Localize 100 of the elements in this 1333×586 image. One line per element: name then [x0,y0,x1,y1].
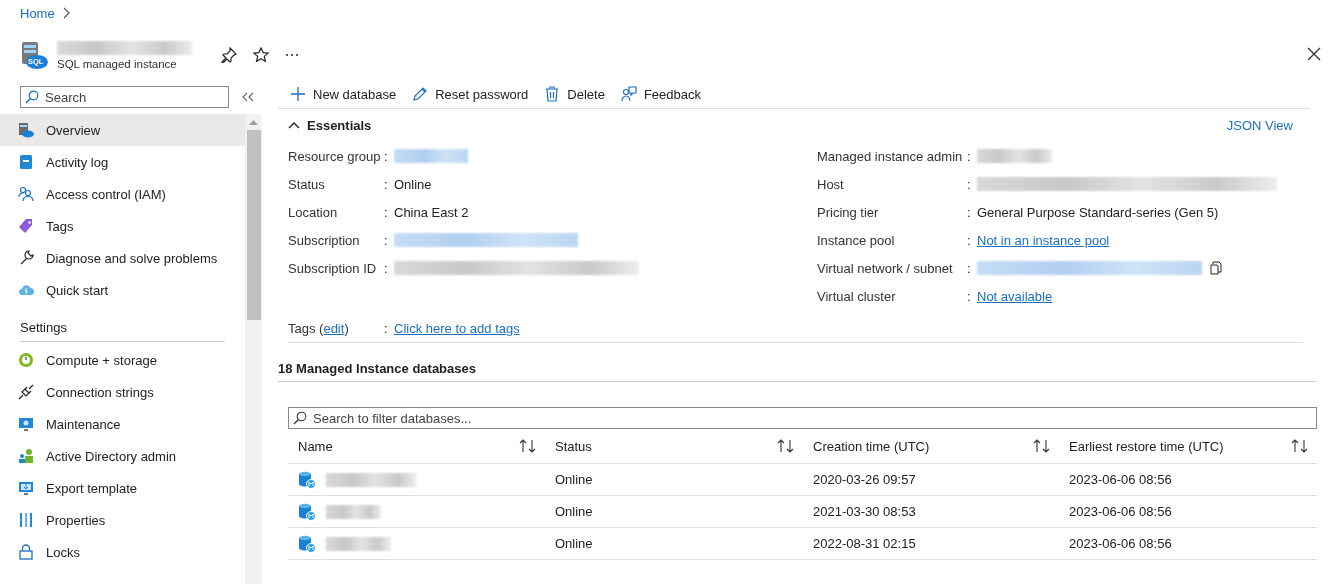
pin-icon[interactable] [221,47,237,63]
nav-item[interactable]: Connection strings [0,376,245,408]
field-value: China East 2 [394,204,469,220]
colon: : [967,148,972,164]
toolbar-button[interactable]: Reset password [412,84,529,104]
chevron-icon [288,121,300,129]
server-icon [18,122,34,138]
nav-item[interactable]: Locks [0,536,245,568]
table-cell-text: 2020-03-26 09:57 [812,472,917,487]
field-value: Online [394,176,432,192]
close-icon[interactable] [1307,47,1321,61]
column-header[interactable]: Name [298,438,333,454]
field-label: Virtual network / subnet [817,260,954,276]
trash-icon [544,86,561,102]
section-heading: Settings [19,319,68,337]
section-title: 18 Managed Instance databases [278,360,477,378]
breadcrumb-link[interactable]: Home [20,5,55,21]
cloud-icon [18,282,34,298]
field-label: Location [288,204,339,220]
nav-item[interactable]: Properties [0,504,245,536]
nav-item[interactable]: Export template [0,472,245,504]
search-icon [293,411,307,425]
gauge-icon [18,352,34,368]
colon: : [967,260,972,276]
column-header[interactable]: Creation time (UTC) [813,438,930,454]
field-label: Host [817,176,845,192]
sort-icon[interactable] [519,439,537,453]
toolbar-button[interactable]: Delete [544,84,605,104]
colon: : [967,288,972,304]
colon: : [384,260,389,276]
search-icon [25,90,39,104]
sort-icon[interactable] [1291,439,1309,453]
plus-icon [290,86,306,102]
lock-icon [18,544,34,560]
field-link[interactable]: Not in an instance pool [977,232,1110,248]
nav-item[interactable]: Quick start [0,274,245,306]
database-icon [298,502,316,521]
sort-icon[interactable] [777,439,795,453]
table-cell-text: Online [554,472,594,487]
plug-icon [18,384,34,400]
table-cell-text: 2021-03-30 08:53 [812,504,917,519]
search-field[interactable]: Search [20,86,229,108]
star-icon[interactable] [253,47,269,63]
nav-item[interactable]: Diagnose and solve problems [0,242,245,274]
feedback-icon [620,86,637,102]
field-label: Managed instance admin [817,148,964,164]
tag-icon [18,218,34,234]
colon: : [384,232,389,248]
field-label: Status [288,176,326,192]
toolbar-button[interactable]: New database [290,84,397,104]
users-icon [18,448,34,464]
nav-item[interactable]: Access control (IAM) [0,178,245,210]
colon: : [384,320,389,336]
colon: : [967,176,972,192]
bars-icon [18,512,34,528]
colon: : [384,148,389,164]
field-label: Resource group [288,148,382,164]
table-cell-text: 2023-06-06 08:56 [1068,504,1173,519]
field-label: Subscription [288,232,361,248]
table-cell-text: 2022-08-31 02:15 [812,536,917,551]
table-cell-text: 2023-06-06 08:56 [1068,536,1173,551]
log-icon [18,154,34,170]
colon: : [384,204,389,220]
nav-item[interactable]: Overview [0,114,245,146]
nav-item[interactable]: Activity log [0,146,245,178]
table-cell-text: Online [554,536,594,551]
nav-item[interactable]: Compute + storage [0,344,245,376]
collapse-icon[interactable] [242,92,254,102]
field-label: Subscription ID [288,260,378,276]
toolbar-button[interactable]: Feedback [620,84,701,104]
sort-icon[interactable] [1033,439,1051,453]
json-view-link[interactable]: JSON View [1226,117,1293,133]
colon: : [967,232,972,248]
field-label: ) [344,320,349,336]
more-icon[interactable] [285,53,299,57]
table-cell-text: Online [554,504,594,519]
wrench-icon [18,250,34,266]
edit-link[interactable]: edit [323,320,345,336]
monitor-icon [18,480,34,496]
nav-item[interactable]: Active Directory admin [0,440,245,472]
database-icon [298,534,316,553]
field-label: Tags ( [288,320,324,336]
field-value: General Purpose Standard-series (Gen 5) [977,204,1219,220]
field-link[interactable]: Not available [977,288,1053,304]
add-tags-link[interactable]: Click here to add tags [394,320,520,336]
column-header[interactable]: Earliest restore time (UTC) [1069,438,1224,454]
filter-field[interactable]: Search to filter databases... [288,407,1317,429]
people-icon [18,186,34,202]
copy-icon[interactable] [1210,261,1222,275]
pencil-icon [412,86,429,102]
field-label: Pricing tier [817,204,880,220]
scrollbar[interactable] [245,114,262,584]
monitor-icon [18,416,34,432]
nav-item[interactable]: Maintenance [0,408,245,440]
colon: : [967,204,972,220]
field-label: Virtual cluster [817,288,897,304]
column-header[interactable]: Status [555,438,592,454]
essentials-toggle[interactable]: Essentials [288,117,372,133]
nav-item[interactable]: Tags [0,210,245,242]
redacted-name [326,536,391,551]
